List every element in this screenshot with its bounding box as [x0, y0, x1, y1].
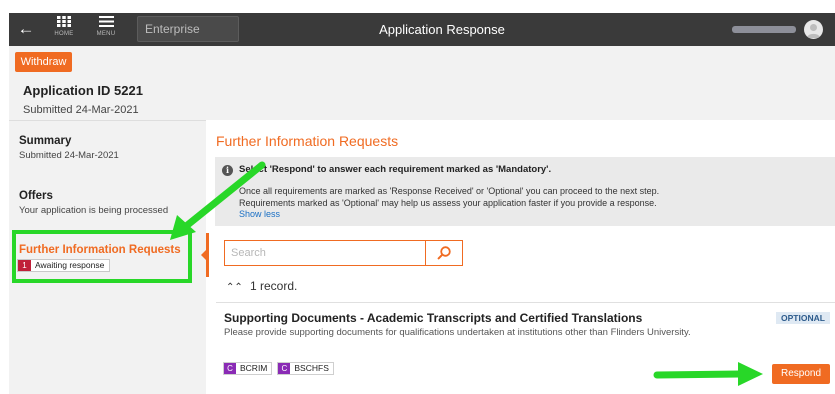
sidebar-item-summary[interactable]: Summary Submitted 24-Mar-2021 — [19, 135, 204, 161]
divider — [216, 302, 835, 303]
application-id: Application ID 5221 — [23, 83, 143, 98]
submitted-date: Submitted 24-Mar-2021 — [23, 104, 139, 116]
sidebar-item-subtitle: Submitted 24-Mar-2021 — [19, 150, 119, 161]
info-icon: i — [222, 165, 233, 176]
course-tag: C BSCHFS — [277, 362, 334, 375]
withdraw-button[interactable]: Withdraw — [15, 52, 72, 72]
home-caption: HOME — [54, 31, 74, 37]
user-name-redacted[interactable] — [732, 26, 796, 33]
tag-label: BCRIM — [240, 363, 268, 373]
course-tags: C BCRIM C BSCHFS — [223, 362, 334, 375]
back-arrow-icon[interactable]: ← — [16, 19, 36, 39]
info-panel: i Select 'Respond' to answer each requir… — [215, 157, 835, 226]
application-header: Withdraw Application ID 5221 Submitted 2… — [9, 46, 835, 120]
info-line-2: Requirements marked as 'Optional' may he… — [239, 198, 657, 208]
menu-caption: MENU — [96, 31, 116, 37]
show-less-link[interactable]: Show less — [239, 209, 280, 219]
page-title: Application Response — [379, 22, 505, 37]
requirement-description: Please provide supporting documents for … — [224, 327, 691, 338]
search-field — [224, 240, 463, 266]
home-button[interactable]: HOME — [49, 16, 79, 44]
sidebar-item-subtitle: Your application is being processed — [19, 205, 169, 216]
sidebar-item-title: Summary — [19, 135, 72, 147]
info-instruction: Select 'Respond' to answer each requirem… — [239, 164, 552, 175]
status-badge: OPTIONAL — [776, 312, 830, 324]
top-bar: ← HOME MENU Enterprise search Applicatio… — [9, 13, 835, 60]
menu-button[interactable]: MENU — [91, 16, 121, 44]
info-line-1: Once all requirements are marked as 'Res… — [239, 186, 660, 196]
respond-button[interactable]: Respond — [772, 364, 830, 384]
collapse-chevron-icon[interactable]: ⌃⌃ — [226, 282, 243, 293]
section-title: Further Information Requests — [216, 133, 399, 149]
search-icon — [437, 246, 451, 260]
requirement-title[interactable]: Supporting Documents - Academic Transcri… — [224, 311, 642, 325]
course-tag: C BCRIM — [223, 362, 273, 375]
search-input[interactable] — [225, 241, 425, 265]
annotation-highlight-box — [12, 230, 192, 283]
enterprise-search-input[interactable]: Enterprise search — [137, 16, 239, 60]
tag-code: C — [224, 363, 236, 374]
annotation-arrow-icon — [653, 362, 763, 386]
sidebar-item-offers[interactable]: Offers Your application is being process… — [19, 190, 204, 216]
search-button[interactable] — [425, 241, 462, 265]
grid-icon — [57, 16, 71, 27]
user-avatar-icon[interactable] — [804, 20, 823, 39]
tag-label: BSCHFS — [294, 363, 329, 373]
active-indicator-caret-icon — [201, 249, 207, 261]
hamburger-icon — [98, 16, 114, 27]
tag-code: C — [278, 363, 291, 374]
record-count: 1 record. — [250, 279, 298, 293]
sidebar-item-title: Offers — [19, 190, 53, 202]
